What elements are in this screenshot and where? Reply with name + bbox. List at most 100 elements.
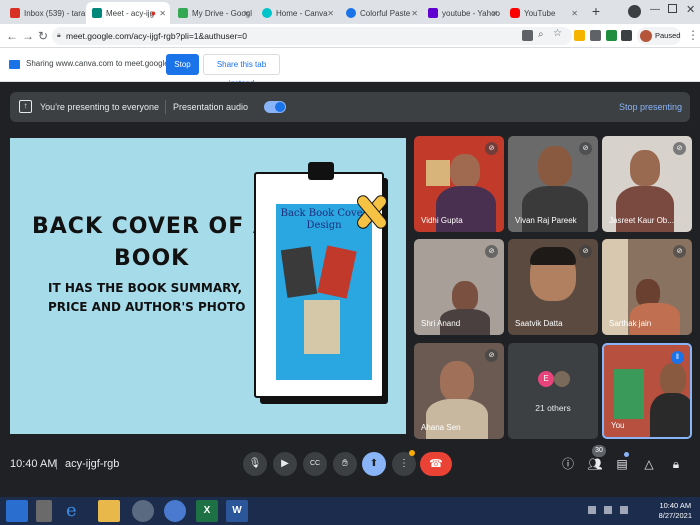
people-button[interactable]: 👥︎ [585,454,605,474]
chrome-icon[interactable] [132,500,154,522]
slide-heading-line1: Back cover of a [32,214,271,239]
tab-drive[interactable]: My Drive - Googl ✕ [172,2,254,24]
tab-colorful[interactable]: Colorful Paste ✕ [340,2,422,24]
raise-hand-button[interactable]: ✋︎ [333,452,357,476]
tab-yahoo[interactable]: youtube - Yahoo ✕ [422,2,502,24]
tab-meet[interactable]: Meet - acy-ijg ● ✕ [86,2,170,24]
microphone-button[interactable]: 🎙︎ [243,452,267,476]
activities-button[interactable]: △ [639,454,659,474]
participant-tile[interactable]: ⊘ Saatvik Datta [508,239,598,335]
presentation-audio-toggle[interactable] [264,101,286,113]
taskbar-date: 8/27/2021 [658,511,692,520]
menu-dots-icon[interactable]: ⋮ [687,28,699,42]
person-body [616,186,674,232]
back-icon[interactable]: ← [6,29,18,43]
participant-tile[interactable]: ⊘ Jasreet Kaur Ob... [602,136,692,232]
person [538,146,572,186]
meet-main: ↑ You're presenting to everyone Presenta… [0,82,700,497]
taskbar-time: 10:40 AM [659,501,692,510]
leave-call-button[interactable]: ☎︎ [420,452,452,476]
participant-tile[interactable]: ⊘ Sarthak jain [602,239,692,335]
participant-tile[interactable]: ⊘ Vivan Raj Pareek [508,136,598,232]
extension-icon[interactable] [590,30,601,41]
close-window-icon[interactable]: ✕ [686,3,695,16]
binder-clip [308,162,334,180]
participant-name: Saatvik Datta [515,319,563,328]
self-tile[interactable]: ‖ You [602,343,692,439]
person [452,281,478,311]
present-icon: ↑ [19,100,32,113]
participant-name: Shri Anand [421,319,461,328]
tray-icon[interactable] [588,506,596,514]
file-explorer-icon[interactable] [98,500,120,522]
book-thumbnail [280,246,318,298]
camera-button[interactable]: ▶ [273,452,297,476]
tab-canva[interactable]: Home - Canva ✕ [256,2,338,24]
extensions-puzzle-icon[interactable] [621,30,632,41]
bookmark-star-icon[interactable]: ☆ [553,28,564,39]
stop-presenting-button[interactable]: Stop presenting [619,102,682,112]
chat-button[interactable]: ▤ [612,454,632,474]
participant-tile[interactable]: ⊘ Vidhi Gupta [414,136,504,232]
present-now-button[interactable]: ⬆ [362,452,386,476]
internet-explorer-icon[interactable]: e [66,500,88,522]
close-tab-icon[interactable]: ✕ [243,9,250,18]
camera-icon[interactable] [522,30,533,41]
book-thumbnail [317,245,357,299]
tab-inbox[interactable]: Inbox (539) - tara [4,2,86,24]
stop-sharing-button[interactable]: Stop [166,54,199,75]
window-icon[interactable] [36,500,52,522]
minimize-icon[interactable]: — [650,4,660,15]
participant-tile[interactable]: ⊘ Shri Anand [414,239,504,335]
chrome-icon[interactable] [164,500,186,522]
tab-label: Meet - acy-ijg [106,8,155,18]
meeting-details-button[interactable]: ⓘ [558,454,578,474]
divider [165,100,166,114]
tab-search-icon[interactable] [628,5,641,18]
close-tab-icon[interactable]: ✕ [571,9,578,18]
clock-time: 10:40 AM [10,458,57,470]
start-icon[interactable] [6,500,28,522]
host-controls-button[interactable]: 🔒︎ [666,454,686,474]
taskbar-clock[interactable]: 10:40 AM 8/27/2021 [659,501,692,521]
profile-status: Paused [655,31,681,40]
others-count-label: 21 others [535,403,571,413]
word-icon[interactable]: W [226,500,248,522]
share-this-tab-button[interactable]: Share this tab instead [203,54,280,88]
presentation-audio-label: Presentation audio [173,102,249,112]
extension-icon[interactable] [574,30,585,41]
address-bar-row: ← → ↻ 🔒︎ meet.google.com/acy-ijgf-rgb?pl… [0,24,700,48]
volume-icon[interactable] [620,506,628,514]
maximize-icon[interactable] [668,4,677,13]
tab-youtube[interactable]: YouTube ✕ [504,2,582,24]
mic-muted-icon: ⊘ [673,142,686,155]
close-tab-icon[interactable]: ✕ [159,9,166,18]
close-tab-icon[interactable]: ✕ [411,9,418,18]
divider: | [55,458,58,470]
close-tab-icon[interactable]: ✕ [327,9,334,18]
browser-tab-bar: Inbox (539) - tara Meet - acy-ijg ● ✕ My… [0,0,700,24]
forward-icon[interactable]: → [22,29,34,43]
slide-body-line2: price and author's photo [48,300,246,314]
book-cover-image: Back Book Cover Design [276,204,372,380]
profile-button[interactable]: Paused [637,27,681,45]
person-body [522,186,588,232]
network-icon[interactable] [604,506,612,514]
excel-icon[interactable]: X [196,500,218,522]
new-tab-button[interactable]: + [588,3,604,19]
sharing-text: Sharing www.canva.com to meet.google.com [26,59,187,68]
presented-slide: Back cover of a book It has the book sum… [10,138,406,434]
reload-icon[interactable]: ↻ [38,29,48,43]
captions-button[interactable]: CC [303,452,327,476]
book-thumbnail [304,300,340,354]
zoom-icon[interactable]: ⌕ [538,29,549,40]
participant-name: Sarthak jain [609,319,652,328]
others-tile[interactable]: E 21 others [508,343,598,439]
close-tab-icon[interactable]: ✕ [491,9,498,18]
participant-tile[interactable]: ⊘ Ahana Sen [414,343,504,439]
url-input[interactable]: 🔒︎ meet.google.com/acy-ijgf-rgb?pli=1&au… [52,27,572,45]
person [440,361,474,401]
extension-icon[interactable] [606,30,617,41]
held-book [614,369,644,419]
person-body [436,186,496,232]
